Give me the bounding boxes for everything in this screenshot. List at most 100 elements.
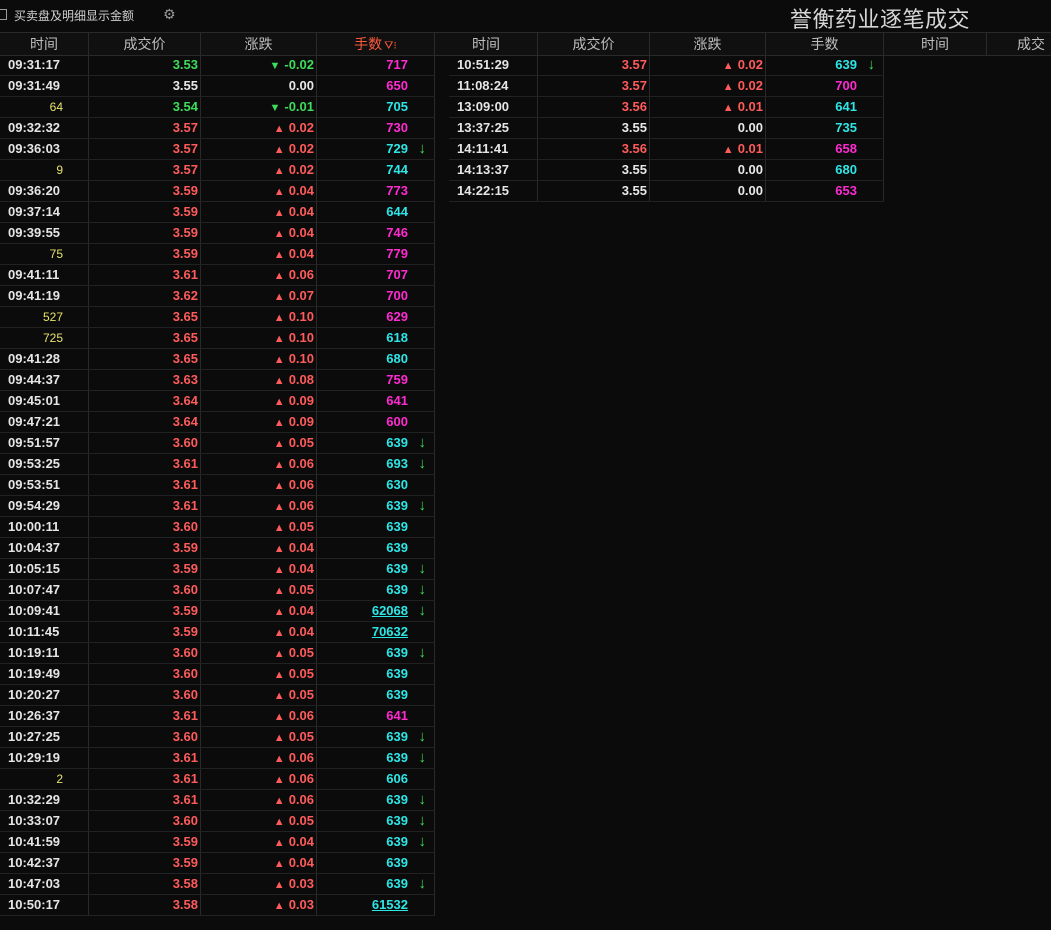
header-price-3[interactable]: 成交 — [987, 33, 1051, 55]
trade-price: 3.60 — [89, 685, 201, 705]
table-row[interactable]: 09:47:21 3.64 ▲ 0.09 600 — [0, 412, 435, 433]
table-row[interactable]: 10:00:11 3.60 ▲ 0.05 639 — [0, 517, 435, 538]
table-row[interactable]: 10:20:27 3.60 ▲ 0.05 639 — [0, 685, 435, 706]
table-row[interactable]: 09:44:37 3.63 ▲ 0.08 759 — [0, 370, 435, 391]
trade-volume: 680 — [317, 349, 435, 369]
trade-change: ▲ 0.01 — [650, 97, 766, 117]
table-row[interactable]: 10:42:37 3.59 ▲ 0.04 639 — [0, 853, 435, 874]
table-row[interactable]: 10:19:49 3.60 ▲ 0.05 639 — [0, 664, 435, 685]
trade-price: 3.62 — [89, 286, 201, 306]
trade-volume-value: 61532 — [371, 897, 408, 912]
trade-volume: 650 — [317, 76, 435, 96]
table-row[interactable]: 09:32:32 3.57 ▲ 0.02 730 — [0, 118, 435, 139]
table-row[interactable]: 09:45:01 3.64 ▲ 0.09 641 — [0, 391, 435, 412]
table-row[interactable]: 10:07:47 3.60 ▲ 0.05 639 ↓ — [0, 580, 435, 601]
filter-icon[interactable]: ⛛⁝ — [384, 40, 397, 52]
trade-change: ▲ 0.06 — [201, 748, 317, 768]
trade-price: 3.60 — [89, 580, 201, 600]
show-amount-checkbox[interactable] — [0, 9, 7, 20]
table-row[interactable]: 10:09:41 3.59 ▲ 0.04 62068 ↓ — [0, 601, 435, 622]
header-price-2[interactable]: 成交价 — [538, 33, 650, 55]
header-change-2[interactable]: 涨跌 — [650, 33, 766, 55]
trade-change-value: 0.02 — [288, 120, 314, 135]
up-triangle-icon: ▲ — [273, 165, 285, 177]
trade-volume: 61532 — [317, 895, 435, 915]
header-change[interactable]: 涨跌 — [201, 33, 317, 55]
table-row[interactable]: 09:39:55 3.59 ▲ 0.04 746 — [0, 223, 435, 244]
trade-volume-value: 730 — [386, 120, 408, 135]
table-row[interactable]: 10:33:07 3.60 ▲ 0.05 639 ↓ — [0, 811, 435, 832]
table-row[interactable]: 10:29:19 3.61 ▲ 0.06 639 ↓ — [0, 748, 435, 769]
up-triangle-icon: ▲ — [273, 879, 285, 891]
table-row[interactable]: 09:41:19 3.62 ▲ 0.07 700 — [0, 286, 435, 307]
trade-volume-value: 639 — [386, 582, 408, 597]
table-row[interactable]: 09:54:29 3.61 ▲ 0.06 639 ↓ — [0, 496, 435, 517]
up-triangle-icon: ▲ — [273, 270, 285, 282]
trade-time: 09:31:49 — [0, 76, 89, 96]
trade-volume-value: 639 — [386, 540, 408, 555]
table-row[interactable]: 10:51:29 3.57 ▲ 0.02 639 ↓ — [449, 55, 884, 76]
trade-time: 10:19:49 — [0, 664, 89, 684]
table-row[interactable]: 13:09:00 3.56 ▲ 0.01 641 — [449, 97, 884, 118]
header-volume-2[interactable]: 手数 — [766, 33, 884, 55]
table-row[interactable]: 13:37:25 3.55 0.00 735 — [449, 118, 884, 139]
trade-time: 09:31:17 — [0, 55, 89, 75]
header-time[interactable]: 时间 — [0, 33, 89, 55]
table-row[interactable]: 09:36:20 3.59 ▲ 0.04 773 — [0, 181, 435, 202]
trade-volume: 639 ↓ — [317, 811, 435, 831]
table-row[interactable]: 09:51:57 3.60 ▲ 0.05 639 ↓ — [0, 433, 435, 454]
trade-change-value: 0.06 — [288, 477, 314, 492]
trade-change-value: 0.04 — [288, 540, 314, 555]
table-row[interactable]: 2 3.61 ▲ 0.06 606 — [0, 769, 435, 790]
up-triangle-icon: ▲ — [273, 249, 285, 261]
trade-change: ▲ 0.04 — [201, 181, 317, 201]
table-row[interactable]: 09:36:03 3.57 ▲ 0.02 729 ↓ — [0, 139, 435, 160]
table-row[interactable]: 14:22:15 3.55 0.00 653 — [449, 181, 884, 202]
trade-time: 09:51:57 — [0, 433, 89, 453]
table-row[interactable]: 10:47:03 3.58 ▲ 0.03 639 ↓ — [0, 874, 435, 895]
header-time-2[interactable]: 时间 — [435, 33, 538, 55]
table-row[interactable]: 527 3.65 ▲ 0.10 629 — [0, 307, 435, 328]
table-row[interactable]: 09:41:11 3.61 ▲ 0.06 707 — [0, 265, 435, 286]
table-row[interactable]: 10:19:11 3.60 ▲ 0.05 639 ↓ — [0, 643, 435, 664]
show-amount-label[interactable]: 买卖盘及明细显示金额 — [14, 7, 134, 24]
table-row[interactable]: 10:50:17 3.58 ▲ 0.03 61532 — [0, 895, 435, 916]
table-row[interactable]: 09:53:51 3.61 ▲ 0.06 630 — [0, 475, 435, 496]
table-row[interactable]: 10:11:45 3.59 ▲ 0.04 70632 — [0, 622, 435, 643]
trade-time: 09:54:29 — [0, 496, 89, 516]
table-row[interactable]: 10:27:25 3.60 ▲ 0.05 639 ↓ — [0, 727, 435, 748]
table-row[interactable]: 10:32:29 3.61 ▲ 0.06 639 ↓ — [0, 790, 435, 811]
table-row[interactable]: 09:53:25 3.61 ▲ 0.06 693 ↓ — [0, 454, 435, 475]
up-triangle-icon: ▲ — [273, 333, 285, 345]
trade-volume: 639 — [317, 664, 435, 684]
table-row[interactable]: 75 3.59 ▲ 0.04 779 — [0, 244, 435, 265]
trade-time: 75 — [0, 244, 89, 264]
gear-icon[interactable]: ⚙ — [163, 6, 176, 23]
table-row[interactable]: 09:31:17 3.53 ▼ -0.02 717 — [0, 55, 435, 76]
table-row[interactable]: 10:26:37 3.61 ▲ 0.06 641 — [0, 706, 435, 727]
table-row[interactable]: 10:41:59 3.59 ▲ 0.04 639 ↓ — [0, 832, 435, 853]
header-time-3[interactable]: 时间 — [884, 33, 987, 55]
trade-price: 3.53 — [89, 55, 201, 75]
table-row[interactable]: 64 3.54 ▼ -0.01 705 — [0, 97, 435, 118]
table-row[interactable]: 10:05:15 3.59 ▲ 0.04 639 ↓ — [0, 559, 435, 580]
down-arrow-icon: ↓ — [418, 560, 427, 577]
header-price[interactable]: 成交价 — [89, 33, 201, 55]
table-row[interactable]: 11:08:24 3.57 ▲ 0.02 700 — [449, 76, 884, 97]
header-volume[interactable]: 手数 ⛛⁝ — [317, 33, 435, 55]
table-row[interactable]: 725 3.65 ▲ 0.10 618 — [0, 328, 435, 349]
trade-price: 3.64 — [89, 391, 201, 411]
trade-change: ▲ 0.10 — [201, 307, 317, 327]
table-row[interactable]: 14:11:41 3.56 ▲ 0.01 658 — [449, 139, 884, 160]
table-row[interactable]: 10:04:37 3.59 ▲ 0.04 639 — [0, 538, 435, 559]
trade-volume: 639 ↓ — [317, 727, 435, 747]
table-row[interactable]: 9 3.57 ▲ 0.02 744 — [0, 160, 435, 181]
down-arrow-icon: ↓ — [418, 581, 427, 598]
trade-time: 09:47:21 — [0, 412, 89, 432]
table-row[interactable]: 09:37:14 3.59 ▲ 0.04 644 — [0, 202, 435, 223]
table-row[interactable]: 09:41:28 3.65 ▲ 0.10 680 — [0, 349, 435, 370]
table-row[interactable]: 09:31:49 3.55 0.00 650 — [0, 76, 435, 97]
trade-change: ▲ 0.10 — [201, 328, 317, 348]
table-row[interactable]: 14:13:37 3.55 0.00 680 — [449, 160, 884, 181]
trade-time: 725 — [0, 328, 89, 348]
